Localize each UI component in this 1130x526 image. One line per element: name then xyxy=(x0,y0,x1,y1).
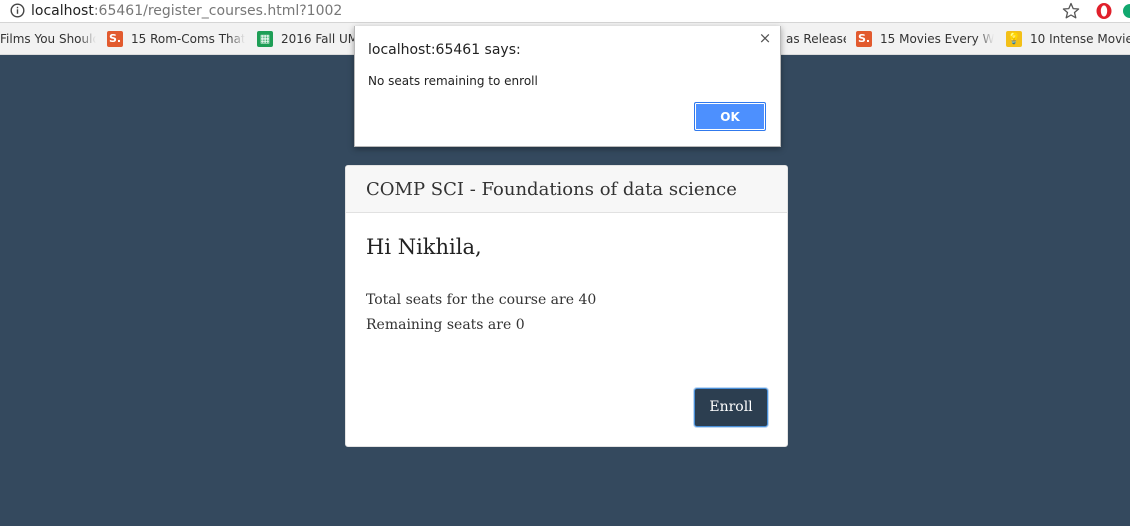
address-bar[interactable]: localhost:65461/register_courses.html?10… xyxy=(0,0,1130,23)
url-path: :65461/register_courses.html?1002 xyxy=(93,3,343,19)
course-title: COMP SCI - Foundations of data science xyxy=(366,179,737,200)
remaining-seats-text: Remaining seats are 0 xyxy=(366,317,525,333)
bookmark-item[interactable]: S. 15 Movies Every Won xyxy=(856,31,994,47)
bookmark-label: 15 Movies Every Won xyxy=(880,32,994,46)
bulb-icon: 💡 xyxy=(1006,31,1022,47)
bookmark-item[interactable]: Films You Should W xyxy=(0,31,96,47)
star-icon[interactable] xyxy=(1061,1,1081,21)
extension-icon[interactable] xyxy=(1121,2,1130,20)
alert-dialog: localhost:65461 says: × No seats remaini… xyxy=(354,26,781,147)
bookmark-label: 2016 Fall UMK xyxy=(281,32,354,46)
url-host: localhost xyxy=(31,3,94,19)
close-icon[interactable]: × xyxy=(758,30,772,46)
alert-title: localhost:65461 says: xyxy=(368,42,521,58)
bookmark-item[interactable]: S. 15 Rom-Coms That W xyxy=(107,31,245,47)
total-seats-text: Total seats for the course are 40 xyxy=(366,292,597,308)
bookmark-label: as Released xyxy=(786,32,846,46)
bookmark-item[interactable]: ▦ 2016 Fall UMK xyxy=(257,31,354,47)
card-header: COMP SCI - Foundations of data science xyxy=(346,166,787,213)
bookmark-item[interactable]: 💡 10 Intense Movies xyxy=(1006,31,1130,47)
course-card: COMP SCI - Foundations of data science H… xyxy=(345,165,788,447)
s-icon: S. xyxy=(856,31,872,47)
ok-button[interactable]: OK xyxy=(694,102,766,131)
s-icon: S. xyxy=(107,31,123,47)
alert-message: No seats remaining to enroll xyxy=(368,74,538,88)
bookmark-item[interactable]: as Released xyxy=(786,31,846,47)
opera-icon[interactable] xyxy=(1095,2,1113,20)
bookmark-label: 10 Intense Movies xyxy=(1030,32,1130,46)
url-text[interactable]: localhost:65461/register_courses.html?10… xyxy=(31,2,342,20)
sheet-icon: ▦ xyxy=(257,31,273,47)
greeting-heading: Hi Nikhila, xyxy=(366,235,482,259)
info-icon[interactable] xyxy=(10,3,25,18)
enroll-button[interactable]: Enroll xyxy=(694,388,768,427)
bookmark-label: 15 Rom-Coms That W xyxy=(131,32,245,46)
